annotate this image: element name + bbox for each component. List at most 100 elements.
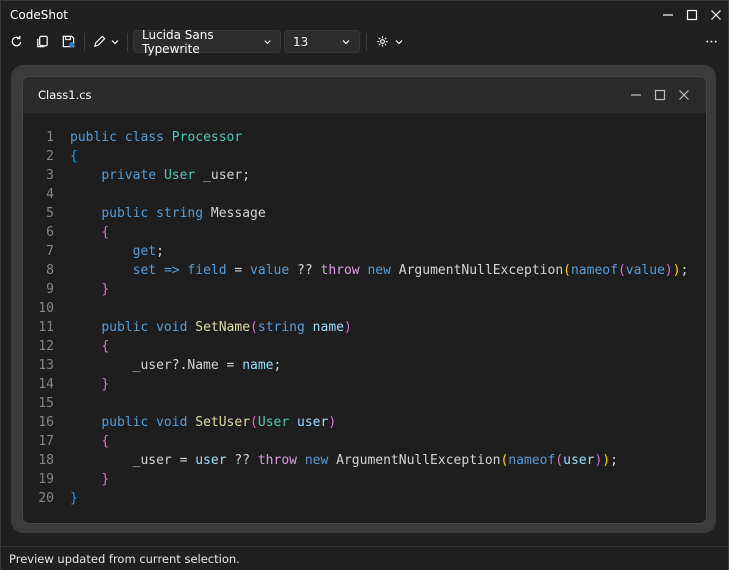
save-button[interactable]	[55, 30, 81, 54]
gear-icon	[376, 36, 388, 47]
code-token: }	[70, 491, 78, 506]
line-number: 7	[46, 244, 54, 259]
code-token: {	[70, 149, 78, 164]
line-number: 3	[46, 168, 54, 183]
settings-dropdown-button[interactable]	[370, 30, 408, 54]
code-line: 14 }	[23, 375, 706, 394]
code-token: ;	[156, 244, 164, 259]
code-token: {	[101, 434, 110, 449]
code-token: User	[257, 415, 290, 430]
code-token: value	[625, 263, 665, 278]
line-number: 1	[46, 130, 54, 145]
code-token: ;	[273, 358, 282, 373]
code-token: void	[156, 415, 188, 430]
font-size-dropdown[interactable]: 13	[284, 30, 360, 53]
code-token: private	[101, 168, 157, 183]
code-line: 1 public class Processor	[23, 128, 706, 147]
code-text: public void SetName(string name)	[70, 318, 352, 337]
code-token: Message	[203, 206, 266, 221]
more-options-button[interactable]	[698, 30, 724, 54]
code-text: _user = user ?? throw new ArgumentNullEx…	[70, 451, 618, 470]
copy-button[interactable]	[29, 30, 55, 54]
code-text: public void SetUser(User user)	[70, 413, 336, 432]
code-token: {	[101, 339, 110, 354]
code-token: ??	[289, 263, 321, 278]
code-line: 6 {	[23, 223, 706, 242]
code-token: (	[617, 263, 626, 278]
code-token: (	[250, 320, 258, 335]
copy-icon	[36, 35, 48, 48]
code-token: throw	[320, 263, 360, 278]
code-token: nameof	[570, 263, 618, 278]
code-text: {	[70, 337, 109, 356]
code-text: get;	[70, 242, 164, 261]
code-token: new	[304, 453, 329, 468]
code-token: )	[664, 263, 673, 278]
font-family-dropdown[interactable]: Lucida Sans Typewrite	[133, 28, 281, 56]
code-text: {	[70, 147, 78, 166]
pen-icon	[93, 35, 106, 48]
code-minimize-button	[624, 83, 648, 107]
code-token: ??	[226, 453, 258, 468]
code-line: 19 }	[23, 470, 706, 489]
toolbar-separator	[127, 32, 128, 51]
code-text: }	[70, 470, 109, 489]
line-number: 6	[46, 225, 54, 240]
code-token: throw	[257, 453, 297, 468]
code-line: 5 public string Message	[23, 204, 706, 223]
code-line: 7 get;	[23, 242, 706, 261]
code-line: 16 public void SetUser(User user)	[23, 413, 706, 432]
chevron-down-icon	[111, 39, 119, 44]
toolbar-separator	[366, 32, 367, 51]
code-block: 1 public class Processor 2{3 private User …	[23, 128, 706, 508]
line-number: 10	[38, 301, 54, 316]
line-number: 11	[38, 320, 54, 335]
minimize-button[interactable]	[656, 1, 680, 28]
pen-dropdown-button[interactable]	[88, 30, 124, 54]
code-line: 12 {	[23, 337, 706, 356]
code-token: user	[195, 453, 227, 468]
code-token: public	[101, 415, 149, 430]
code-text: public string Message	[70, 204, 266, 223]
line-number: 15	[38, 396, 54, 411]
code-token: }	[101, 472, 110, 487]
code-token: set	[132, 263, 157, 278]
code-text: {	[70, 223, 109, 242]
line-number: 19	[38, 472, 54, 487]
line-number: 4	[46, 187, 54, 202]
code-line: 20}	[23, 489, 706, 508]
code-line: 17 {	[23, 432, 706, 451]
code-line: 18 _user = user ?? throw new ArgumentNul…	[23, 451, 706, 470]
code-token: user	[563, 453, 595, 468]
line-number: 9	[46, 282, 54, 297]
code-text: {	[70, 432, 109, 451]
toolbar: Lucida Sans Typewrite 13	[1, 28, 728, 56]
code-text: _user?.Name = name;	[70, 356, 282, 375]
maximize-icon	[654, 89, 666, 101]
code-token: name	[312, 320, 344, 335]
code-token: (	[563, 263, 571, 278]
code-text: public class Processor	[70, 128, 242, 147]
code-token: public	[101, 206, 149, 221]
code-line: 2{	[23, 147, 706, 166]
refresh-button[interactable]	[3, 30, 29, 54]
minimize-icon	[631, 94, 641, 96]
code-token: User	[163, 168, 196, 183]
code-token: class	[124, 130, 164, 145]
close-button[interactable]	[704, 1, 728, 28]
code-token: )	[672, 263, 681, 278]
code-token: }	[101, 377, 110, 392]
maximize-button[interactable]	[680, 1, 704, 28]
code-token: user	[297, 415, 329, 430]
code-line: 10	[23, 299, 706, 318]
chevron-down-icon	[395, 39, 402, 44]
status-text: Preview updated from current selection.	[9, 551, 240, 566]
